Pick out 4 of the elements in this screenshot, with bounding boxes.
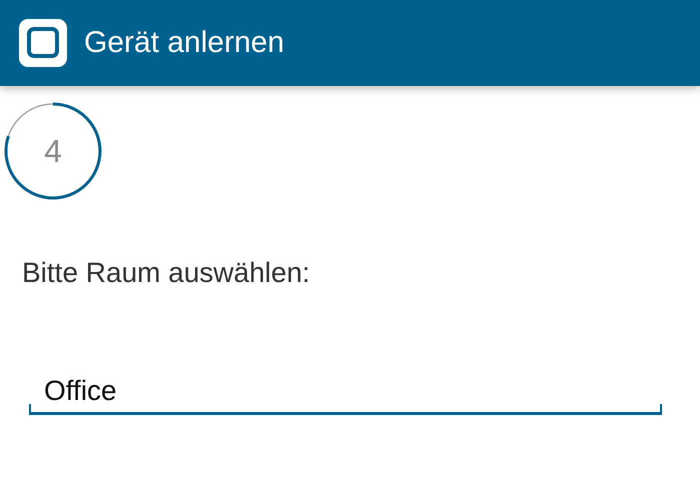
step-number: 4 [44, 135, 62, 167]
app-title: Gerät anlernen [84, 25, 284, 61]
prompt-label: Bitte Raum auswählen: [22, 256, 311, 290]
app-logo-icon [18, 18, 68, 68]
